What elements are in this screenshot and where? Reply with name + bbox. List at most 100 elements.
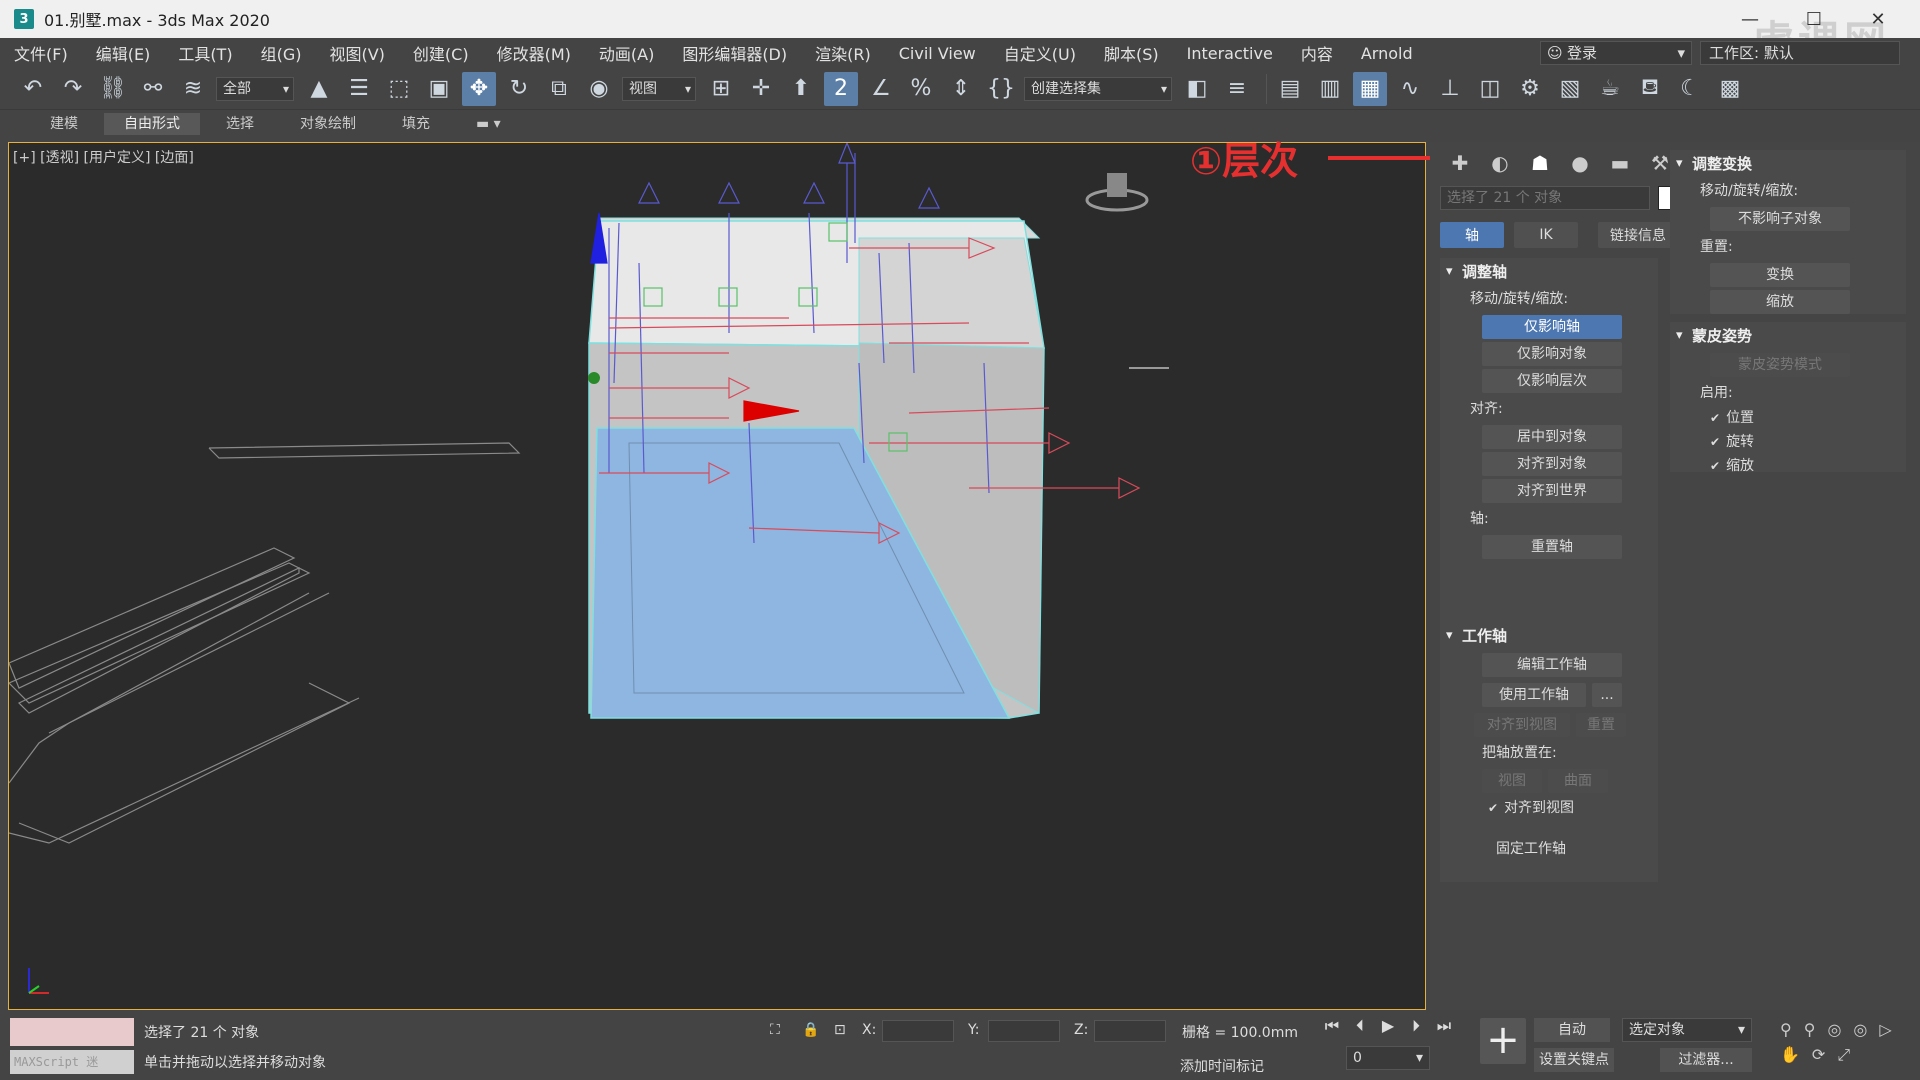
keyboard-shortcut-override-icon[interactable]: ✛ <box>744 72 778 106</box>
zoom-icon[interactable]: ⚲ <box>1780 1020 1792 1039</box>
tab-selection[interactable]: 选择 <box>206 113 274 135</box>
menu-scripting[interactable]: 脚本(S) <box>1090 41 1173 65</box>
undo-icon[interactable]: ↶ <box>16 72 50 106</box>
menu-interactive[interactable]: Interactive <box>1173 44 1287 63</box>
minimize-button[interactable]: — <box>1718 0 1782 38</box>
maximize-button[interactable]: ☐ <box>1782 0 1846 38</box>
mirror-icon[interactable]: ◧ <box>1180 72 1214 106</box>
zoom-extents-all-icon[interactable]: ◎ <box>1853 1020 1867 1039</box>
snaps-toggle-icon[interactable]: ⬆ <box>784 72 818 106</box>
window-crossing-icon[interactable]: ▣ <box>422 72 456 106</box>
rendered-frame-window-icon[interactable]: ▧ <box>1553 72 1587 106</box>
y-coordinate-field[interactable] <box>988 1020 1060 1042</box>
skin-pose-title[interactable]: 蒙皮姿势 <box>1670 322 1906 350</box>
place-pivot-view-button[interactable]: 视图 <box>1482 769 1542 793</box>
z-coordinate-field[interactable] <box>1094 1020 1166 1042</box>
modify-tab-icon[interactable]: ◐ <box>1480 148 1520 178</box>
play-icon[interactable]: ▶ <box>1374 1016 1402 1040</box>
add-time-tag[interactable]: 添加时间标记 <box>1180 1056 1264 1076</box>
reset-scale-button[interactable]: 缩放 <box>1710 290 1850 314</box>
set-key-plus-icon[interactable]: + <box>1480 1018 1526 1064</box>
center-to-object-button[interactable]: 居中到对象 <box>1482 425 1622 449</box>
reference-coordinate-dropdown[interactable]: 视图 <box>622 76 696 101</box>
menu-group[interactable]: 组(G) <box>247 41 316 65</box>
scale-checkbox[interactable]: 缩放 <box>1670 454 1906 478</box>
align-to-object-button[interactable]: 对齐到对象 <box>1482 452 1622 476</box>
isolate-selection-icon[interactable]: ⛶ <box>770 1022 780 1038</box>
selected-objects-dropdown[interactable]: 选定对象 <box>1622 1018 1752 1042</box>
reset-transform-button[interactable]: 变换 <box>1710 263 1850 287</box>
x-coordinate-field[interactable] <box>882 1020 954 1042</box>
set-key-button[interactable]: 设置关键点 <box>1534 1048 1614 1072</box>
menu-graph-editors[interactable]: 图形编辑器(D) <box>668 41 801 65</box>
tab-link-info[interactable]: 链接信息 <box>1598 222 1678 248</box>
skin-pose-mode-button[interactable]: 蒙皮姿势模式 <box>1710 353 1850 377</box>
hierarchy-tab-icon[interactable]: ☗ <box>1520 148 1560 178</box>
position-checkbox[interactable]: 位置 <box>1670 406 1906 430</box>
named-selection-set-dropdown[interactable]: 创建选择集 <box>1024 76 1172 101</box>
tab-modeling[interactable]: 建模 <box>30 113 98 135</box>
ribbon-options-icon[interactable]: ▬ ▾ <box>456 113 521 135</box>
render-iterative-icon[interactable]: ⛾ <box>1633 72 1667 106</box>
menu-views[interactable]: 视图(V) <box>315 41 398 65</box>
use-working-pivot-button[interactable]: 使用工作轴 <box>1482 683 1586 707</box>
affect-object-only-button[interactable]: 仅影响对象 <box>1482 342 1622 366</box>
zoom-all-icon[interactable]: ⚲ <box>1804 1020 1816 1039</box>
pivot-center-icon[interactable]: ⊞ <box>704 72 738 106</box>
edit-working-pivot-button[interactable]: 编辑工作轴 <box>1482 653 1622 677</box>
object-name-field[interactable]: 选择了 21 个 对象 <box>1440 186 1650 210</box>
select-and-scale-icon[interactable]: ⧉ <box>542 72 576 106</box>
go-to-end-icon[interactable]: ⏭ <box>1430 1016 1458 1040</box>
orbit-icon[interactable]: ⟳ <box>1812 1045 1825 1065</box>
tab-pivot[interactable]: 轴 <box>1440 222 1504 248</box>
tab-ik[interactable]: IK <box>1514 222 1578 248</box>
menu-civil-view[interactable]: Civil View <box>885 44 990 63</box>
current-frame-field[interactable]: 0 <box>1346 1046 1430 1070</box>
select-by-name-icon[interactable]: ☰ <box>342 72 376 106</box>
angle-snap-icon[interactable]: ∠ <box>864 72 898 106</box>
render-to-texture-icon[interactable]: ▩ <box>1713 72 1747 106</box>
selection-filter-dropdown[interactable]: 全部 <box>216 76 294 101</box>
affect-hierarchy-only-button[interactable]: 仅影响层次 <box>1482 369 1622 393</box>
layer-explorer-icon[interactable]: ▥ <box>1313 72 1347 106</box>
bind-spacewarp-icon[interactable]: ≋ <box>176 72 210 106</box>
login-dropdown[interactable]: 登录 <box>1540 41 1692 65</box>
fixed-working-pivot-checkbox[interactable]: 固定工作轴 <box>1440 836 1658 862</box>
select-and-rotate-icon[interactable]: ↻ <box>502 72 536 106</box>
link-icon[interactable]: ⛓ <box>96 72 130 106</box>
workspace-dropdown[interactable]: 工作区: 默认 <box>1700 41 1900 65</box>
render-cloud-icon[interactable]: ☾ <box>1673 72 1707 106</box>
select-object-icon[interactable]: ▲ <box>302 72 336 106</box>
menu-animation[interactable]: 动画(A) <box>585 41 668 65</box>
working-pivot-title[interactable]: 工作轴 <box>1440 622 1658 650</box>
menu-tools[interactable]: 工具(T) <box>164 41 246 65</box>
reset-working-pivot-button[interactable]: 重置 <box>1576 713 1626 737</box>
maxscript-listener-pink[interactable] <box>10 1018 134 1046</box>
menu-rendering[interactable]: 渲染(R) <box>801 41 885 65</box>
select-and-place-icon[interactable]: ◉ <box>582 72 616 106</box>
scene-explorer-icon[interactable]: ▤ <box>1273 72 1307 106</box>
affect-pivot-only-button[interactable]: 仅影响轴 <box>1482 315 1622 339</box>
select-and-move-icon[interactable]: ✥ <box>462 71 496 106</box>
filters-button[interactable]: 过滤器... <box>1660 1048 1752 1072</box>
motion-tab-icon[interactable]: ● <box>1560 148 1600 178</box>
close-button[interactable]: ✕ <box>1846 0 1910 38</box>
tab-populate[interactable]: 填充 <box>382 113 450 135</box>
zoom-extents-icon[interactable]: ◎ <box>1827 1020 1841 1039</box>
use-working-pivot-options-button[interactable]: ... <box>1592 683 1622 707</box>
menu-modifiers[interactable]: 修改器(M) <box>483 41 585 65</box>
menu-create[interactable]: 创建(C) <box>399 41 483 65</box>
curve-editor-icon[interactable]: ∿ <box>1393 72 1427 106</box>
pan-icon[interactable]: ✋ <box>1780 1045 1800 1065</box>
align-to-world-button[interactable]: 对齐到世界 <box>1482 479 1622 503</box>
menu-customize[interactable]: 自定义(U) <box>990 41 1090 65</box>
percent-snap-icon[interactable]: % <box>904 72 938 106</box>
snap-2-5d-icon[interactable]: 2 <box>824 71 858 106</box>
reset-pivot-button[interactable]: 重置轴 <box>1482 535 1622 559</box>
next-frame-icon[interactable]: ⏵ <box>1402 1016 1430 1040</box>
tab-object-paint[interactable]: 对象绘制 <box>280 113 376 135</box>
maximize-viewport-icon[interactable]: ⤢ <box>1837 1045 1850 1065</box>
perspective-viewport[interactable]: [+] [透视] [用户定义] [边面] <box>8 142 1426 1010</box>
adjust-transform-title[interactable]: 调整变换 <box>1670 150 1906 178</box>
rectangular-selection-icon[interactable]: ⬚ <box>382 72 416 106</box>
